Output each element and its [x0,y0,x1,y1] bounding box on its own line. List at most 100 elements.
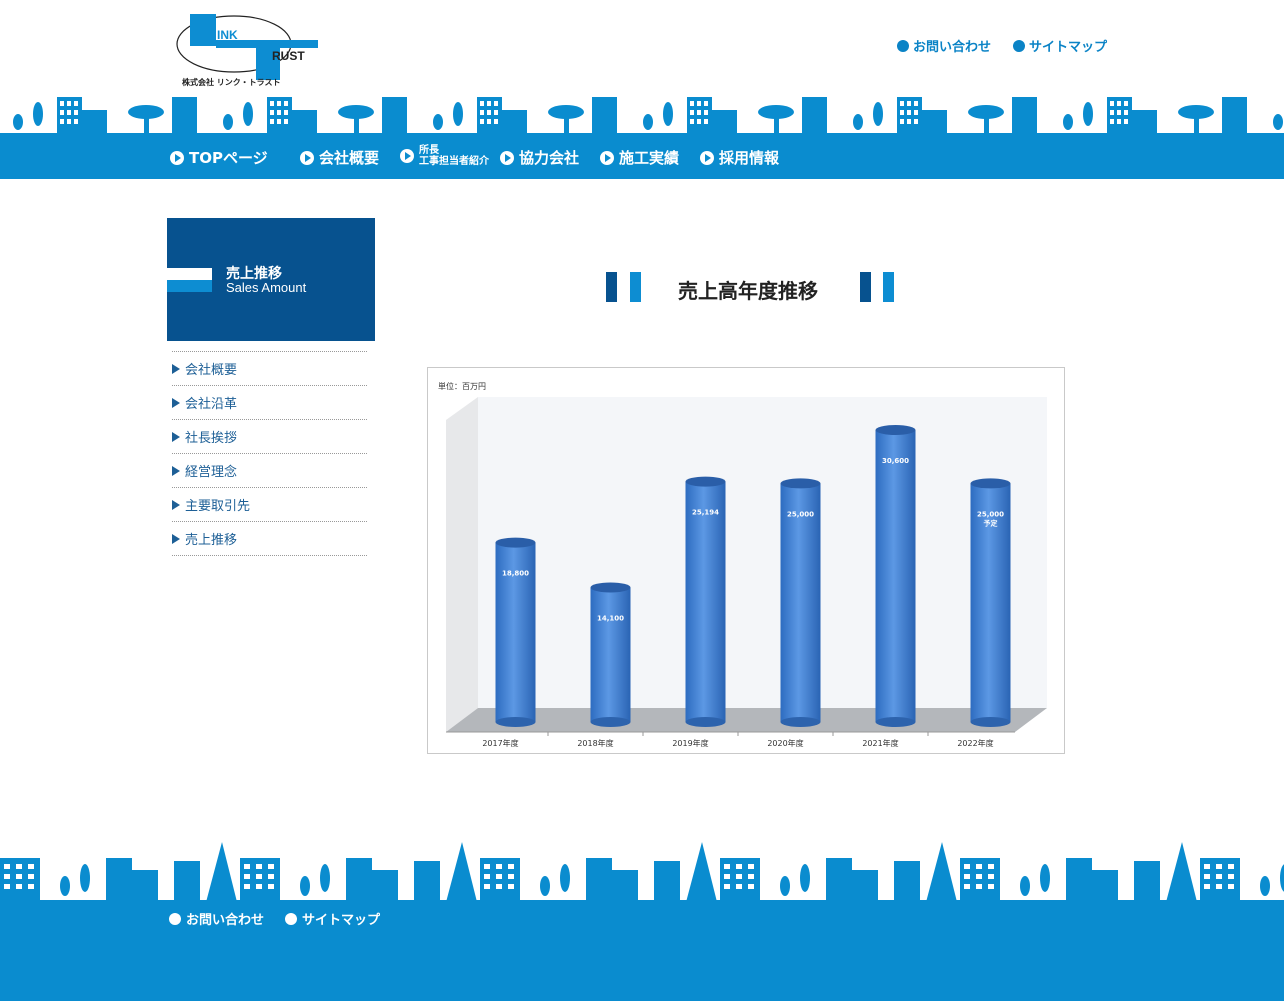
chart-floor [446,708,1047,732]
heading-deco-left [630,272,641,302]
skyline-segment [1063,97,1247,134]
x-tick-label: 2020年度 [767,738,803,748]
bar-base [970,717,1011,727]
sidebar-item-philosophy[interactable]: 経営理念 [172,454,367,488]
sidebar-item-greeting[interactable]: 社長挨拶 [172,420,367,454]
triangle-right-icon [172,431,180,442]
chart-bar [875,424,916,727]
chart-side-wall [446,397,478,732]
bullet-icon [1013,39,1025,52]
sidebar-item-label: 会社沿革 [185,397,238,412]
sidebar-item-label: 主要取引先 [185,499,251,514]
nav-recruit[interactable]: 採用情報 [700,147,779,168]
skyline-segment [223,97,407,134]
data-label: 14,100 [597,614,624,622]
nav-top[interactable]: TOPページ [170,147,268,168]
x-tick-label: 2021年度 [862,738,898,748]
x-tick-label: 2018年度 [577,738,613,748]
nav-top-label: TOPページ [189,149,268,167]
triangle-right-icon [172,363,180,374]
sidebar-item-sales[interactable]: 売上推移 [172,522,367,556]
skyline-segment [433,97,617,134]
triangle-right-icon [172,533,180,544]
logo-text-ink: INK [217,28,238,42]
sidebar-menu: 会社概要 会社沿革 社長挨拶 経営理念 主要取引先 売上推移 [172,351,367,556]
skyline-segment [13,97,197,134]
contact-link-label: お問い合わせ [913,40,992,55]
bullet-icon [169,912,181,925]
bar-base [780,717,821,727]
bar-top [590,582,631,593]
bar-top [875,424,916,435]
data-label: 25,000 [977,510,1004,518]
nav-works-label: 施工実績 [619,149,680,167]
skyline-segment [240,842,478,906]
arrow-circle-icon [500,150,514,165]
sidebar-subtitle: Sales Amount [226,280,307,295]
bar-top [495,537,536,548]
nav-works[interactable]: 施工実績 [600,147,679,168]
heading-deco-left [606,272,617,302]
bar-body [875,429,916,722]
bar-top [685,476,726,487]
bullet-icon [285,912,297,925]
nav-staff[interactable]: 所長 工事担当者紹介 [400,145,489,167]
footer-sitemap-link[interactable]: サイトマップ [285,909,380,928]
x-tick-label: 2017年度 [482,738,518,748]
data-label: 25,000 [787,510,814,518]
skyline-segment [720,842,958,906]
arrow-circle-icon [600,150,614,165]
footer-sitemap-label: サイトマップ [302,913,381,928]
chart-back-wall [478,397,1047,708]
company-logo[interactable]: INK RUST 株式会社 リンク・トラスト [176,12,326,90]
heading-deco-right [860,272,871,302]
nav-company[interactable]: 会社概要 [300,147,379,168]
data-label: 25,194 [692,509,719,517]
sidebar-item-history[interactable]: 会社沿革 [172,386,367,420]
chart-bar [590,582,631,727]
sitemap-link-label: サイトマップ [1029,40,1108,55]
footer-contact-link[interactable]: お問い合わせ [169,909,264,928]
skyline-segment [0,842,238,906]
bar-body [590,587,631,722]
bar-body [780,483,821,722]
skyline-segment [1273,114,1283,130]
nav-company-label: 会社概要 [319,149,380,167]
triangle-right-icon [172,465,180,476]
title-stripe [167,268,212,280]
nav-staff-label-1: 所長 [419,145,439,156]
section-heading: 売上高年度推移 [606,272,896,304]
skyline-segment [1200,858,1284,906]
bar-top [970,478,1011,489]
skyline-illustration [13,97,1283,134]
arrow-circle-icon [300,150,314,165]
nav-staff-label-2: 工事担当者紹介 [419,156,489,167]
sitemap-link[interactable]: サイトマップ [1013,36,1107,55]
sidebar-item-label: 会社概要 [185,363,238,378]
skyline-segment [853,97,1037,134]
skyline-segment [960,842,1198,906]
heading-deco-right [883,272,894,302]
sidebar-title-box: 売上推移 Sales Amount [167,218,375,341]
sidebar-item-clients[interactable]: 主要取引先 [172,488,367,522]
sidebar-item-label: 社長挨拶 [185,431,238,446]
nav-recruit-label: 採用情報 [719,149,780,167]
arrow-circle-icon [400,149,414,163]
skyline-segment [643,97,827,134]
sidebar-item-company-overview[interactable]: 会社概要 [172,352,367,386]
sales-chart: 単位：百万円 18,800 14,100 25,194 25,000 30,600 25,… [427,367,1065,754]
contact-link[interactable]: お問い合わせ [897,36,991,55]
nav-partners[interactable]: 協力会社 [500,147,579,168]
data-label: 30,600 [882,457,909,465]
triangle-right-icon [172,397,180,408]
data-label: 18,800 [502,570,529,578]
logo-text-rust: RUST [272,49,305,63]
bar-base [590,717,631,727]
sidebar-item-label: 売上推移 [185,533,238,548]
bar-body [685,481,726,722]
skyline-segment [480,842,718,906]
x-tick-label: 2019年度 [672,738,708,748]
chart-bar [495,537,536,727]
bullet-icon [897,39,909,52]
x-tick-label: 2022年度 [957,738,993,748]
